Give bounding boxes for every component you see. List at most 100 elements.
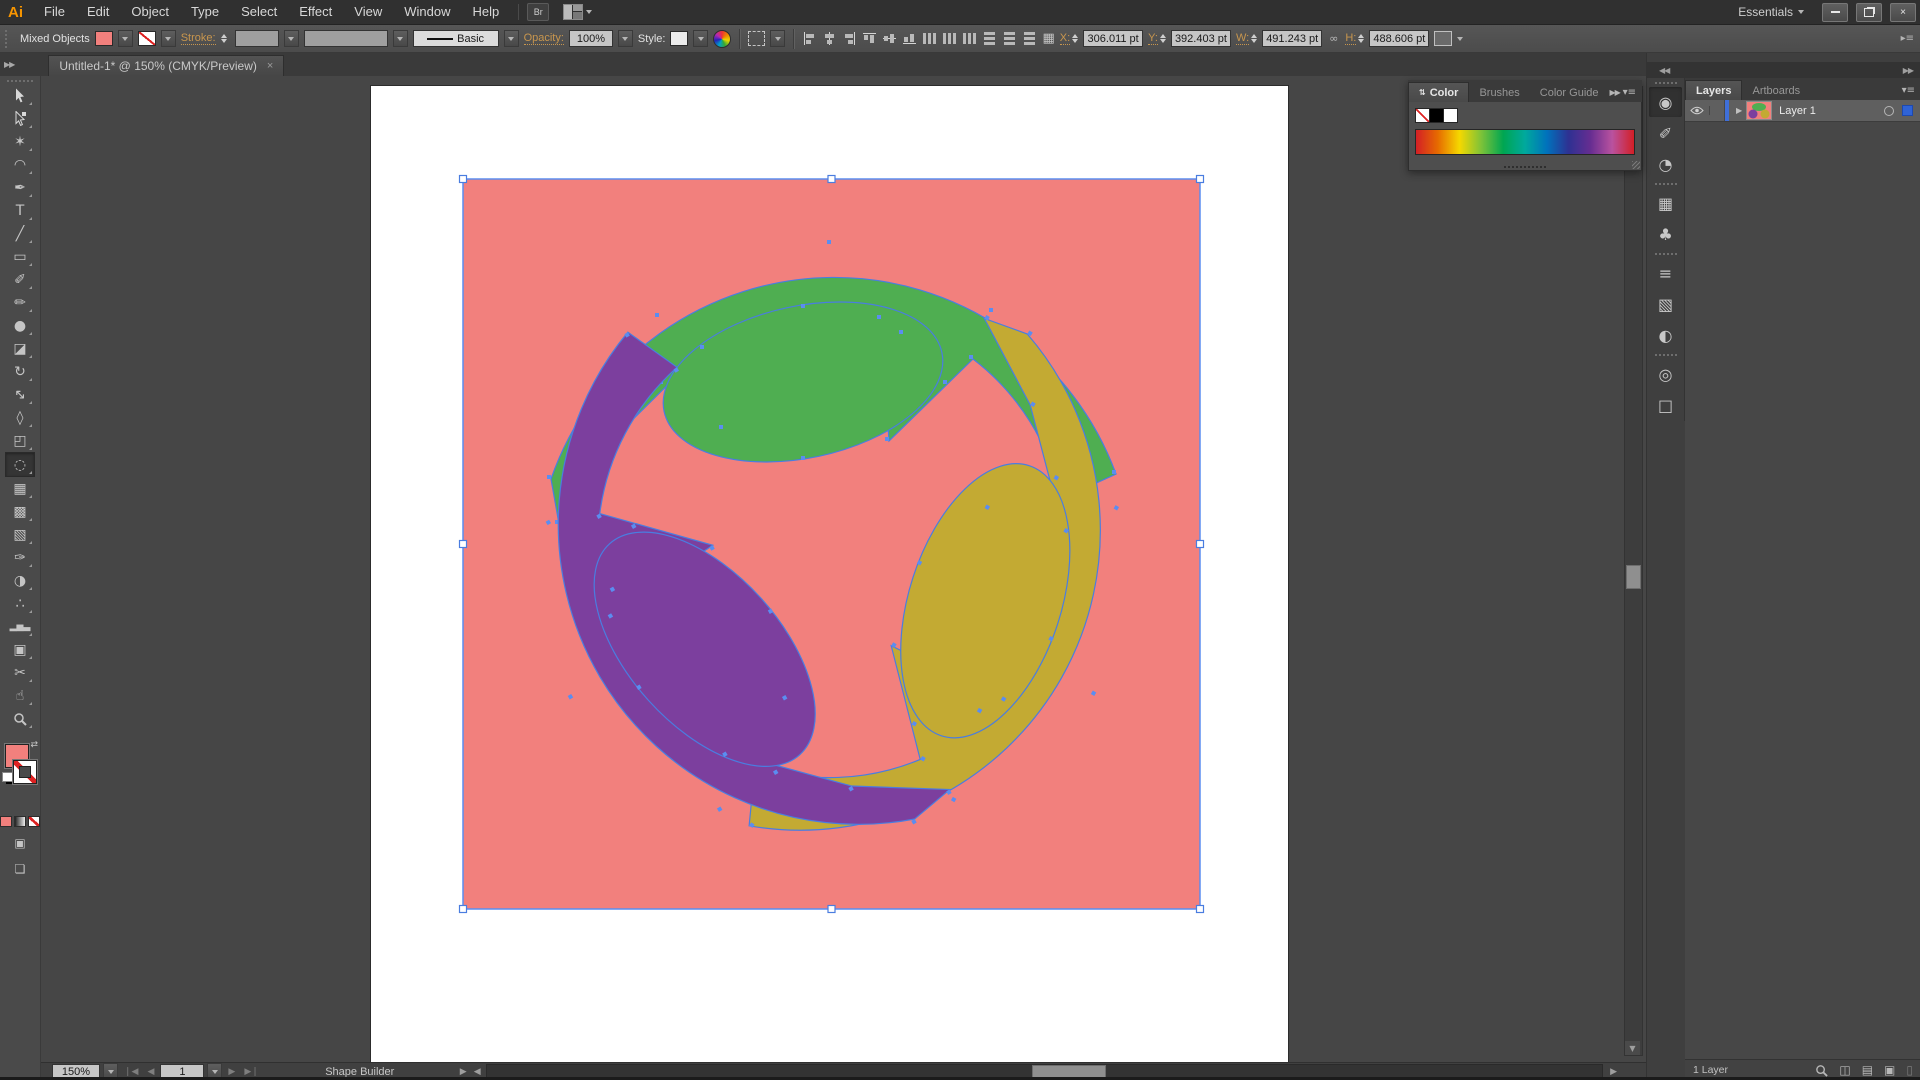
stroke-indicator[interactable]	[13, 760, 37, 784]
vertical-scroll-thumb[interactable]	[1626, 565, 1641, 589]
arrange-documents-button[interactable]	[563, 4, 592, 20]
h-field[interactable]: 488.606 pt	[1369, 30, 1429, 47]
swap-fill-stroke-icon[interactable]: ⇄	[30, 740, 38, 750]
menu-window[interactable]: Window	[393, 0, 461, 24]
shape-builder-tool[interactable]: ◌	[5, 452, 35, 477]
drawing-modes-button[interactable]: ▣	[6, 833, 34, 853]
select-similar-button[interactable]	[748, 31, 765, 46]
menu-edit[interactable]: Edit	[76, 0, 120, 24]
w-field[interactable]: 491.243 pt	[1262, 30, 1322, 47]
new-sublayer-icon[interactable]: ▤	[1862, 1063, 1873, 1077]
perspective-grid-tool[interactable]: ▦	[6, 477, 34, 500]
minimize-button[interactable]	[1822, 3, 1848, 22]
tab-color[interactable]: ⇅ Color	[1408, 82, 1469, 102]
close-button[interactable]: ×	[1890, 3, 1916, 22]
scroll-left-arrow[interactable]: ◀	[472, 1067, 483, 1077]
width-profile-dropdown[interactable]	[393, 30, 408, 47]
canvas-area[interactable]: ▲ ▼ 150% ❘◀ ◀ 1 ▶ ▶❘ Shape Builder ▶ ◀ ▶	[40, 76, 1646, 1080]
stroke-weight-dropdown[interactable]	[284, 30, 299, 47]
gradient-tool[interactable]: ▧	[6, 523, 34, 546]
brush-definition-field[interactable]: Basic	[413, 30, 499, 47]
symbol-sprayer-tool[interactable]: ∴	[6, 592, 34, 615]
panel-menu-icon[interactable]: ▾≡	[1623, 87, 1636, 98]
color-panel-icon[interactable]: ◉	[1649, 87, 1682, 117]
tab-color-guide[interactable]: Color Guide	[1530, 83, 1609, 102]
column-graph-tool[interactable]: ▂▅▃	[6, 615, 34, 638]
panel-corner-resize[interactable]	[1632, 161, 1640, 169]
width-profile-field[interactable]	[304, 30, 388, 47]
line-segment-tool[interactable]: ╱	[6, 222, 34, 245]
black-swatch[interactable]	[1429, 108, 1444, 123]
x-label[interactable]: X:	[1060, 32, 1070, 45]
stroke-panel-icon[interactable]: ≡	[1649, 258, 1682, 288]
type-tool[interactable]: T	[6, 199, 34, 222]
panel-menu-icon[interactable]: ▾≡	[1902, 85, 1920, 100]
fill-color-swatch[interactable]	[95, 31, 113, 46]
x-field[interactable]: 306.011 pt	[1083, 30, 1143, 47]
stroke-color-dropdown[interactable]	[161, 30, 176, 47]
w-stepper[interactable]	[1251, 34, 1260, 43]
panel-grip[interactable]	[1655, 354, 1677, 356]
appearance-panel-icon[interactable]: ◎	[1649, 359, 1682, 389]
graphic-style-swatch[interactable]	[670, 31, 688, 46]
brushes-panel-icon[interactable]: ✐	[1649, 118, 1682, 148]
layer-expand-arrow[interactable]: ▶	[1732, 106, 1746, 115]
layer-lock-toggle[interactable]	[1710, 100, 1725, 121]
dock-expand-icon[interactable]: ◀◀	[1659, 66, 1669, 75]
color-mode-button[interactable]	[0, 816, 12, 827]
color-spectrum-bar[interactable]	[1415, 129, 1635, 155]
panel-grip[interactable]	[1655, 253, 1677, 255]
distribute-right-icon[interactable]	[962, 31, 977, 46]
none-color-swatch[interactable]	[1415, 108, 1430, 123]
brush-definition-dropdown[interactable]	[504, 30, 519, 47]
magic-wand-tool[interactable]: ✶	[6, 130, 34, 153]
panel-resize-grip[interactable]	[1504, 166, 1546, 168]
panel-grip[interactable]	[1655, 82, 1677, 84]
distribute-left-icon[interactable]	[922, 31, 937, 46]
white-swatch[interactable]	[1443, 108, 1458, 123]
mesh-tool[interactable]: ▩	[6, 500, 34, 523]
direct-selection-tool[interactable]	[6, 107, 34, 130]
artwork-selection[interactable]	[451, 167, 1212, 921]
vertical-scrollbar[interactable]: ▲ ▼	[1624, 86, 1643, 1056]
distribute-horizontal-center-icon[interactable]	[942, 31, 957, 46]
transparency-panel-icon[interactable]: ◐	[1649, 320, 1682, 350]
stroke-color-swatch[interactable]	[138, 31, 156, 46]
menu-file[interactable]: File	[33, 0, 76, 24]
eyedropper-tool[interactable]: ✑	[6, 546, 34, 569]
first-artboard-button[interactable]: ❘◀	[121, 1067, 141, 1077]
layer-target-icon[interactable]	[1884, 106, 1894, 116]
y-label[interactable]: Y:	[1148, 32, 1158, 45]
y-stepper[interactable]	[1160, 34, 1169, 43]
distribute-top-icon[interactable]	[982, 31, 997, 46]
tab-close-icon[interactable]: ×	[267, 60, 273, 72]
select-similar-dropdown[interactable]	[770, 30, 785, 47]
align-bottom-icon[interactable]	[902, 31, 917, 46]
w-label[interactable]: W:	[1236, 32, 1249, 45]
paintbrush-tool[interactable]: ✐	[6, 268, 34, 291]
layer-selection-indicator[interactable]	[1902, 105, 1913, 116]
opacity-label[interactable]: Opacity:	[524, 32, 564, 45]
pen-tool[interactable]: ✒	[6, 176, 34, 199]
locate-object-icon[interactable]	[1815, 1064, 1828, 1077]
align-horizontal-center-icon[interactable]	[822, 31, 837, 46]
rectangle-tool[interactable]: ▭	[6, 245, 34, 268]
slice-tool[interactable]: ✂	[6, 661, 34, 684]
fill-color-dropdown[interactable]	[118, 30, 133, 47]
screen-mode-button[interactable]: ❏	[6, 859, 34, 879]
y-field[interactable]: 392.403 pt	[1171, 30, 1231, 47]
panel-collapse-icon[interactable]: ▶▶	[1610, 88, 1620, 97]
stroke-weight-stepper[interactable]	[221, 34, 230, 43]
menu-view[interactable]: View	[343, 0, 393, 24]
isolate-object-button[interactable]	[1434, 31, 1452, 46]
menu-object[interactable]: Object	[120, 0, 180, 24]
status-expand-arrow[interactable]: ▶	[458, 1067, 469, 1077]
scale-tool[interactable]: ↔	[6, 383, 34, 406]
align-top-icon[interactable]	[862, 31, 877, 46]
tab-layers[interactable]: Layers	[1685, 80, 1742, 100]
free-transform-tool[interactable]: ◰	[6, 429, 34, 452]
restore-button[interactable]	[1856, 3, 1882, 22]
align-vertical-center-icon[interactable]	[882, 31, 897, 46]
last-artboard-button[interactable]: ▶❘	[241, 1067, 261, 1077]
tab-brushes[interactable]: Brushes	[1469, 83, 1529, 102]
